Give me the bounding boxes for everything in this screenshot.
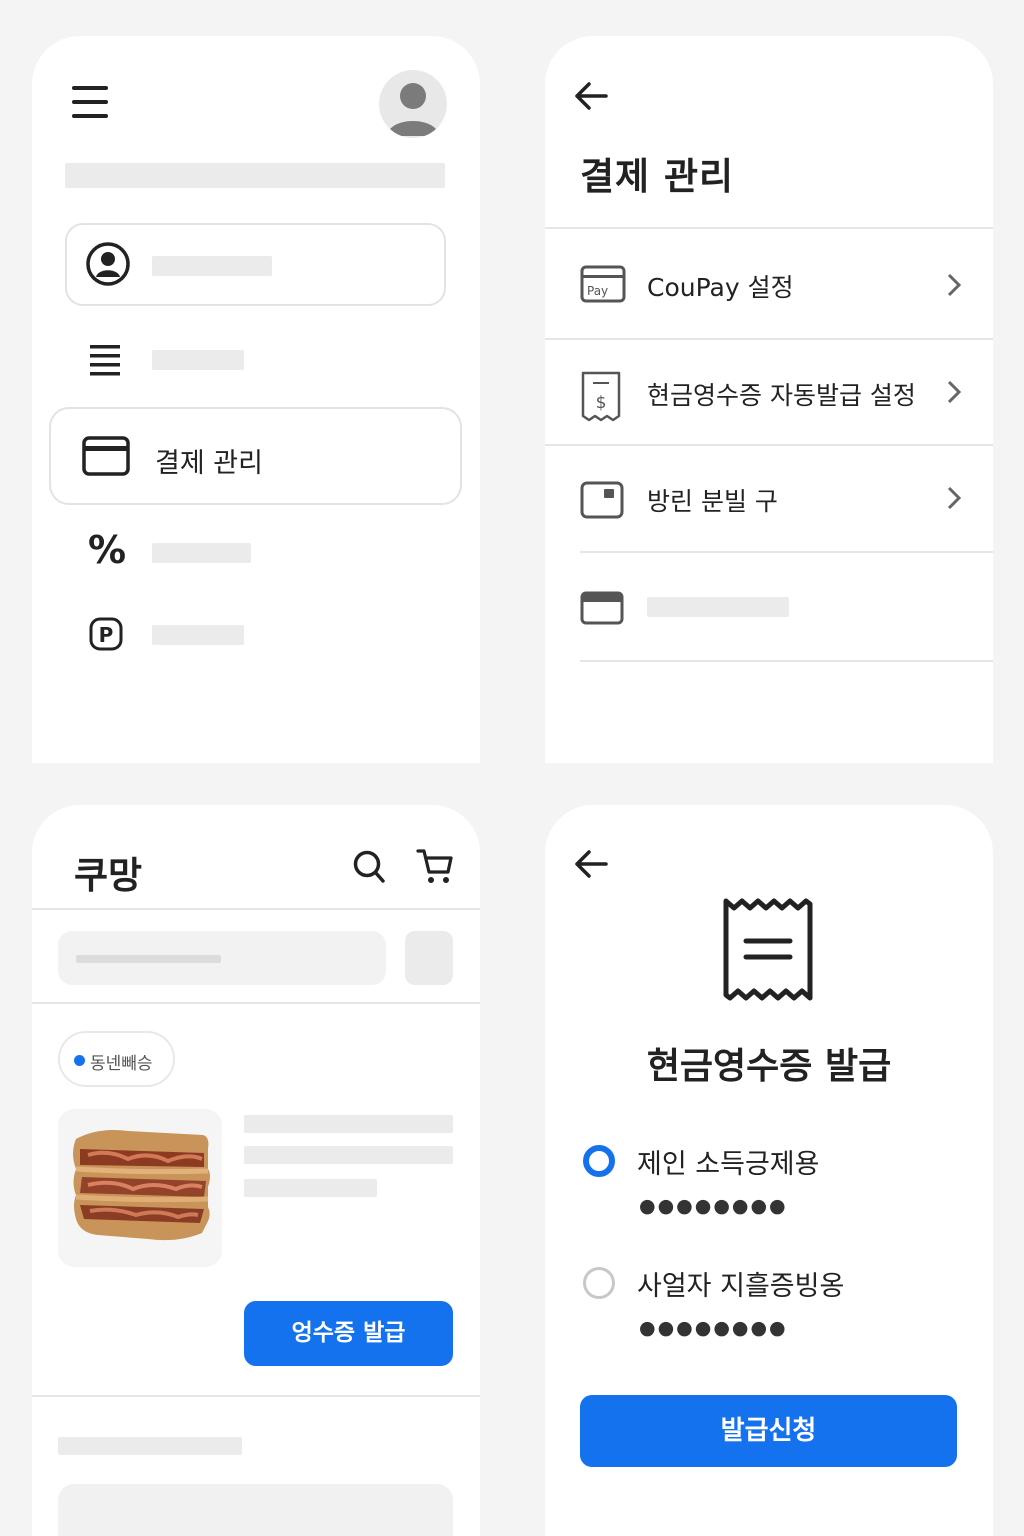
product-image[interactable] xyxy=(58,1109,222,1267)
option-label: 제인 소득긍제용 xyxy=(637,1149,820,1180)
credit-card-icon xyxy=(580,591,624,625)
row-label: 현금영수증 자동발급 설정 xyxy=(647,381,916,410)
filter-button[interactable] xyxy=(405,931,453,985)
page-title: 결제 관리 xyxy=(580,155,735,198)
page-title: 현금영수증 발급 xyxy=(646,1046,892,1087)
radio-selected[interactable] xyxy=(583,1145,615,1177)
apply-button[interactable]: 발급신청 xyxy=(580,1395,957,1467)
list-icon xyxy=(90,345,120,376)
chevron-right-icon xyxy=(947,273,962,297)
back-arrow-icon[interactable] xyxy=(573,849,609,879)
issue-receipt-button[interactable]: 엉수증 발급 xyxy=(244,1301,453,1366)
masked-number: ●●●●●●●● xyxy=(639,1195,788,1217)
username-placeholder xyxy=(65,163,445,188)
search-icon[interactable] xyxy=(352,849,386,885)
points-icon: P xyxy=(89,617,123,651)
status-dot-icon xyxy=(74,1055,85,1066)
cash-receipt-screen: 현금영수증 발급 제인 소득긍제용 ●●●●●●●● 사얼자 지흘증빙옹 ●●●… xyxy=(545,805,993,1536)
order-screen: 쿠망 동넨빼승 엉수증 발급 xyxy=(32,805,480,1536)
profile-icon xyxy=(86,242,130,286)
chevron-right-icon xyxy=(947,486,962,510)
delivery-badge: 동넨빼승 xyxy=(58,1031,175,1087)
row-label: 방린 분빌 구 xyxy=(647,487,778,516)
search-input[interactable] xyxy=(58,931,386,985)
credit-card-icon xyxy=(82,436,130,476)
app-logo: 쿠망 xyxy=(74,854,143,897)
option-label: 사얼자 지흘증빙옹 xyxy=(637,1271,845,1302)
chevron-right-icon xyxy=(947,380,962,404)
nav-item-profile[interactable] xyxy=(65,223,446,306)
coupay-card-icon: Pay xyxy=(580,265,626,303)
masked-number: ●●●●●●●● xyxy=(639,1317,788,1339)
back-arrow-icon[interactable] xyxy=(573,81,609,111)
svg-text:$: $ xyxy=(596,393,607,413)
svg-text:P: P xyxy=(99,623,114,647)
hamburger-menu-icon[interactable] xyxy=(72,86,108,118)
nav-item-label: 결제 관리 xyxy=(155,448,263,479)
percent-icon: % xyxy=(88,528,127,572)
receipt-icon xyxy=(723,898,813,1001)
nav-item-payment-management[interactable]: 결제 관리 xyxy=(49,407,462,505)
avatar[interactable] xyxy=(379,70,447,138)
payment-management-screen: 결제 관리 Pay CouPay 설정 $ 현금영수증 자동발급 설정 방린 분… xyxy=(545,36,993,763)
cart-icon[interactable] xyxy=(416,847,454,885)
svg-text:Pay: Pay xyxy=(587,284,608,298)
receipt-dollar-icon: $ xyxy=(581,371,621,422)
radio-unselected[interactable] xyxy=(583,1267,615,1299)
row-label: CouPay 설정 xyxy=(647,273,794,302)
wallet-icon xyxy=(580,481,624,519)
menu-screen: 결제 관리 % P xyxy=(32,36,480,763)
